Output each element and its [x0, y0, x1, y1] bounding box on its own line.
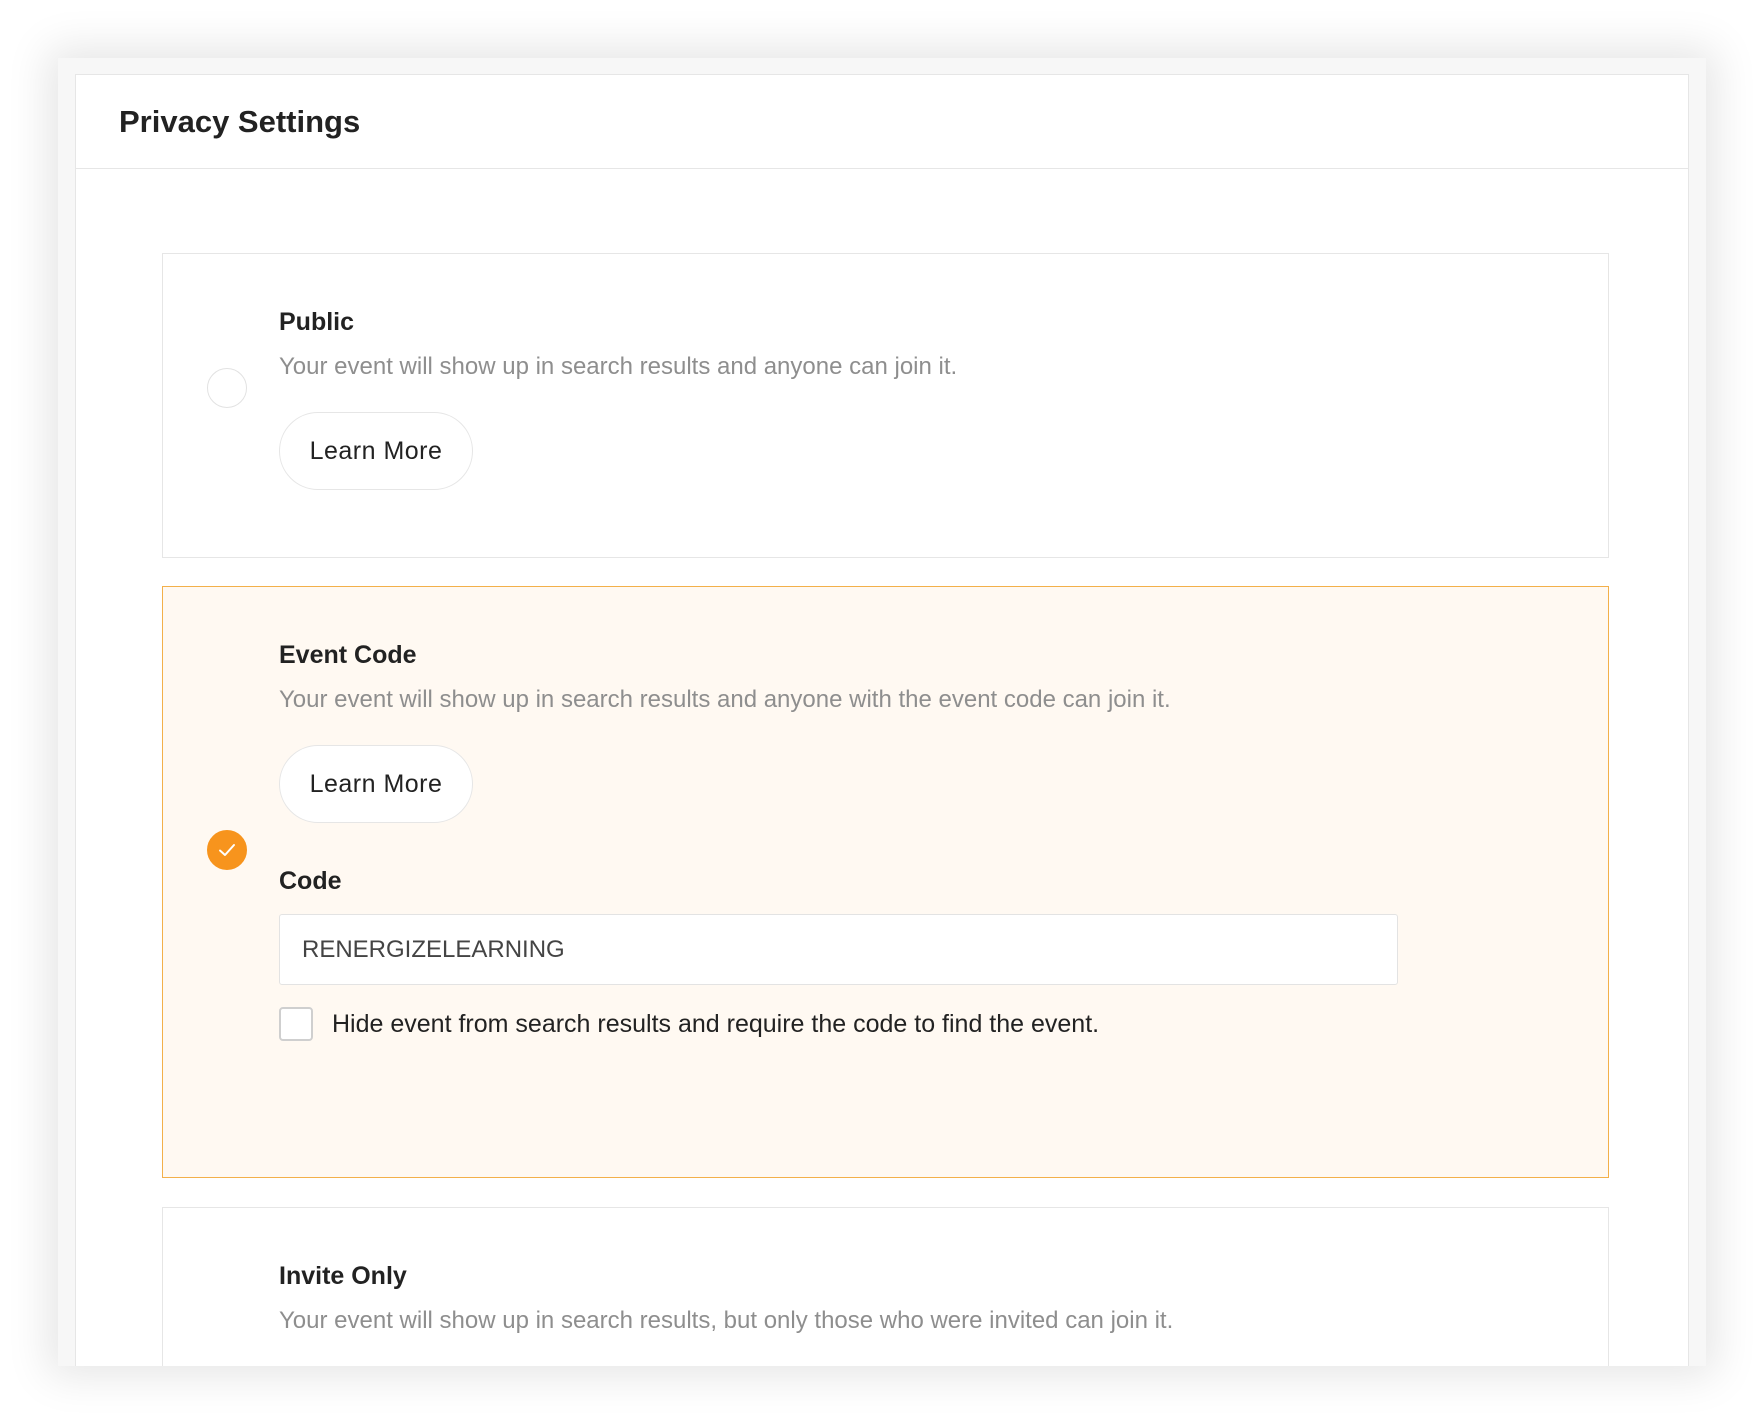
option-description-event-code: Your event will show up in search result…	[279, 686, 1171, 713]
privacy-settings-panel: Privacy Settings Public Your event will …	[75, 74, 1689, 1366]
learn-more-button-public[interactable]: Learn More	[279, 412, 473, 490]
option-card-public[interactable]: Public Your event will show up in search…	[162, 253, 1609, 558]
option-title-event-code: Event Code	[279, 641, 417, 669]
code-field-label: Code	[279, 867, 342, 895]
option-body-event-code: Event Code Your event will show up in se…	[279, 641, 1568, 1041]
option-body-invite-only: Invite Only Your event will show up in s…	[279, 1262, 1568, 1335]
option-body-public: Public Your event will show up in search…	[279, 308, 1568, 490]
hide-event-checkbox[interactable]	[279, 1007, 313, 1041]
option-description-invite-only: Your event will show up in search result…	[279, 1307, 1174, 1334]
option-description-public: Your event will show up in search result…	[279, 353, 958, 380]
learn-more-button-event-code[interactable]: Learn More	[279, 745, 473, 823]
option-title-public: Public	[279, 308, 355, 336]
page-title: Privacy Settings	[119, 103, 361, 139]
checkmark-icon	[219, 844, 235, 856]
code-input[interactable]	[279, 914, 1398, 985]
hide-event-checkbox-label[interactable]: Hide event from search results and requi…	[332, 1010, 1099, 1039]
panel-header: Privacy Settings	[76, 75, 1688, 169]
option-title-invite-only: Invite Only	[279, 1262, 407, 1290]
option-card-invite-only[interactable]: Invite Only Your event will show up in s…	[162, 1207, 1609, 1366]
radio-public[interactable]	[207, 368, 247, 408]
hide-event-checkbox-row[interactable]: Hide event from search results and requi…	[279, 1007, 1568, 1041]
radio-event-code[interactable]	[207, 830, 247, 870]
option-card-event-code[interactable]: Event Code Your event will show up in se…	[162, 586, 1609, 1178]
settings-window: Privacy Settings Public Your event will …	[58, 58, 1706, 1366]
